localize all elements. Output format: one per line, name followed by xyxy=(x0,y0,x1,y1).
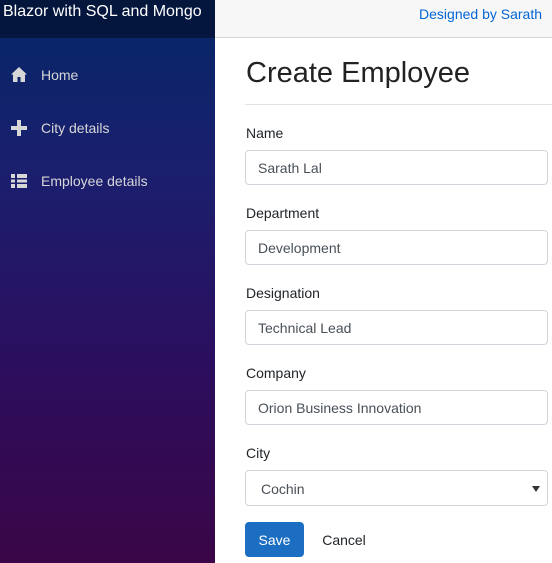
sidebar-item-label: City details xyxy=(41,120,110,136)
city-select-value: Cochin xyxy=(261,481,305,497)
caret-down-icon xyxy=(531,482,541,494)
plus-icon xyxy=(10,119,28,137)
designed-by-link[interactable]: Designed by Sarath xyxy=(419,6,542,22)
save-button[interactable]: Save xyxy=(245,522,304,557)
app-root: Blazor with SQL and Mongo Home City deta… xyxy=(0,0,552,563)
company-label: Company xyxy=(246,365,306,381)
sidebar-item-label: Home xyxy=(41,67,79,83)
department-input[interactable] xyxy=(245,230,548,265)
department-label: Department xyxy=(246,205,320,221)
list-icon xyxy=(10,172,28,190)
sidebar-nav: Home City details Employee details xyxy=(0,54,215,213)
name-input[interactable] xyxy=(245,150,548,185)
sidebar-item-label: Employee details xyxy=(41,173,148,189)
page-title: Create Employee xyxy=(246,57,471,89)
city-label: City xyxy=(246,445,271,461)
company-input[interactable] xyxy=(245,390,548,425)
sidebar-item-city-details[interactable]: City details xyxy=(0,107,215,160)
title-divider xyxy=(245,104,552,105)
top-row: Designed by Sarath xyxy=(215,0,552,38)
sidebar-item-employee-details[interactable]: Employee details xyxy=(0,160,215,213)
sidebar-item-home[interactable]: Home xyxy=(0,54,215,107)
city-select[interactable]: Cochin xyxy=(245,470,548,506)
sidebar: Blazor with SQL and Mongo Home City deta… xyxy=(0,0,215,563)
designation-input[interactable] xyxy=(245,310,548,345)
cancel-button[interactable]: Cancel xyxy=(309,522,379,557)
home-icon xyxy=(10,66,28,84)
designation-label: Designation xyxy=(246,285,320,301)
app-brand[interactable]: Blazor with SQL and Mongo xyxy=(0,0,215,38)
name-label: Name xyxy=(246,125,284,141)
